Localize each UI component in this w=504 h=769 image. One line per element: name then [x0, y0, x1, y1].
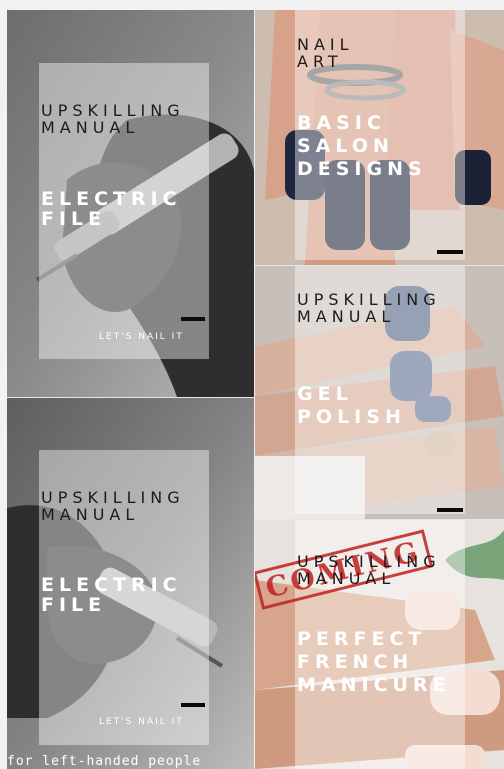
card-gel-polish[interactable]: UPSKILLING MANUAL GEL POLISH — [255, 266, 504, 519]
product-grid: UPSKILLING MANUAL ELECTRIC FILE LET'S NA… — [0, 0, 504, 769]
accent-bar — [437, 250, 463, 254]
accent-bar — [181, 703, 205, 707]
title: BASIC SALON DESIGNS — [297, 112, 427, 180]
title: ELECTRIC FILE — [41, 574, 182, 616]
kicker: UPSKILLING MANUAL — [41, 101, 185, 137]
kicker: NAIL ART — [297, 35, 354, 71]
row-divider-right-1 — [255, 265, 504, 266]
title: ELECTRIC FILE — [41, 188, 182, 230]
kicker: UPSKILLING MANUAL — [297, 290, 441, 326]
tagline: LET'S NAIL IT — [99, 332, 184, 342]
card-electric-file[interactable]: UPSKILLING MANUAL ELECTRIC FILE LET'S NA… — [7, 10, 254, 397]
card-electric-file-left-handed[interactable]: UPSKILLING MANUAL ELECTRIC FILE LET'S NA… — [7, 398, 254, 769]
accent-bar — [437, 508, 463, 512]
caption: for left-handed people — [7, 754, 202, 769]
accent-bar — [181, 317, 205, 321]
title: PERFECT FRENCH MANICURE — [297, 628, 451, 696]
card-french-manicure[interactable]: COMING UPSKILLING MANUAL PERFECT FRENCH … — [255, 520, 504, 769]
column-divider — [254, 10, 255, 769]
tagline: LET'S NAIL IT — [99, 717, 184, 727]
kicker: UPSKILLING MANUAL — [297, 552, 441, 588]
title: GEL POLISH — [297, 383, 406, 428]
row-divider-left — [7, 397, 254, 398]
card-nail-art[interactable]: NAIL ART BASIC SALON DESIGNS — [255, 10, 504, 265]
kicker: UPSKILLING MANUAL — [41, 488, 185, 524]
row-divider-right-2 — [255, 519, 504, 520]
